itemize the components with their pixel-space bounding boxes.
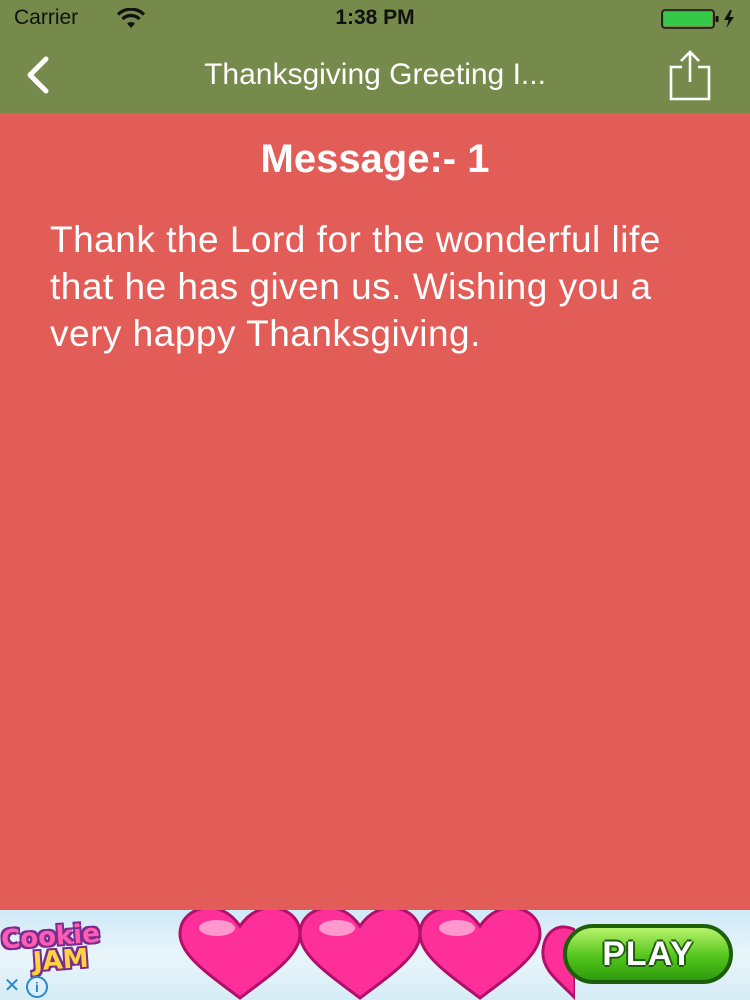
- status-bar: Carrier 1:38 PM: [0, 0, 750, 37]
- ad-play-label: PLAY: [602, 934, 694, 973]
- message-heading: Message:- 1: [260, 137, 490, 181]
- chevron-left-icon: [27, 56, 49, 94]
- ad-close-icon[interactable]: ✕: [2, 976, 22, 996]
- back-button[interactable]: [10, 51, 64, 99]
- message-content: Message:- 1 Thank the Lord for the wonde…: [0, 113, 750, 910]
- navigation-bar: Thanksgiving Greeting I...: [0, 37, 750, 113]
- ad-logo[interactable]: Cookie JAM: [0, 914, 150, 994]
- message-text: Thank the Lord for the wonderful life th…: [50, 219, 661, 354]
- ad-play-button[interactable]: PLAY: [563, 924, 733, 984]
- share-button[interactable]: [660, 49, 720, 103]
- heart-icon: [298, 910, 422, 1000]
- battery-icon: [661, 9, 734, 29]
- ad-info-icon[interactable]: i: [26, 976, 48, 998]
- share-icon: [669, 50, 711, 101]
- heart-icon: [418, 910, 542, 1000]
- heart-icon: [178, 910, 302, 1000]
- clock: 1:38 PM: [335, 6, 415, 29]
- ad-banner[interactable]: Cookie JAM ✕ i PLAY: [0, 910, 750, 1000]
- charging-icon: [724, 10, 734, 28]
- page-title: Thanksgiving Greeting I...: [204, 58, 546, 91]
